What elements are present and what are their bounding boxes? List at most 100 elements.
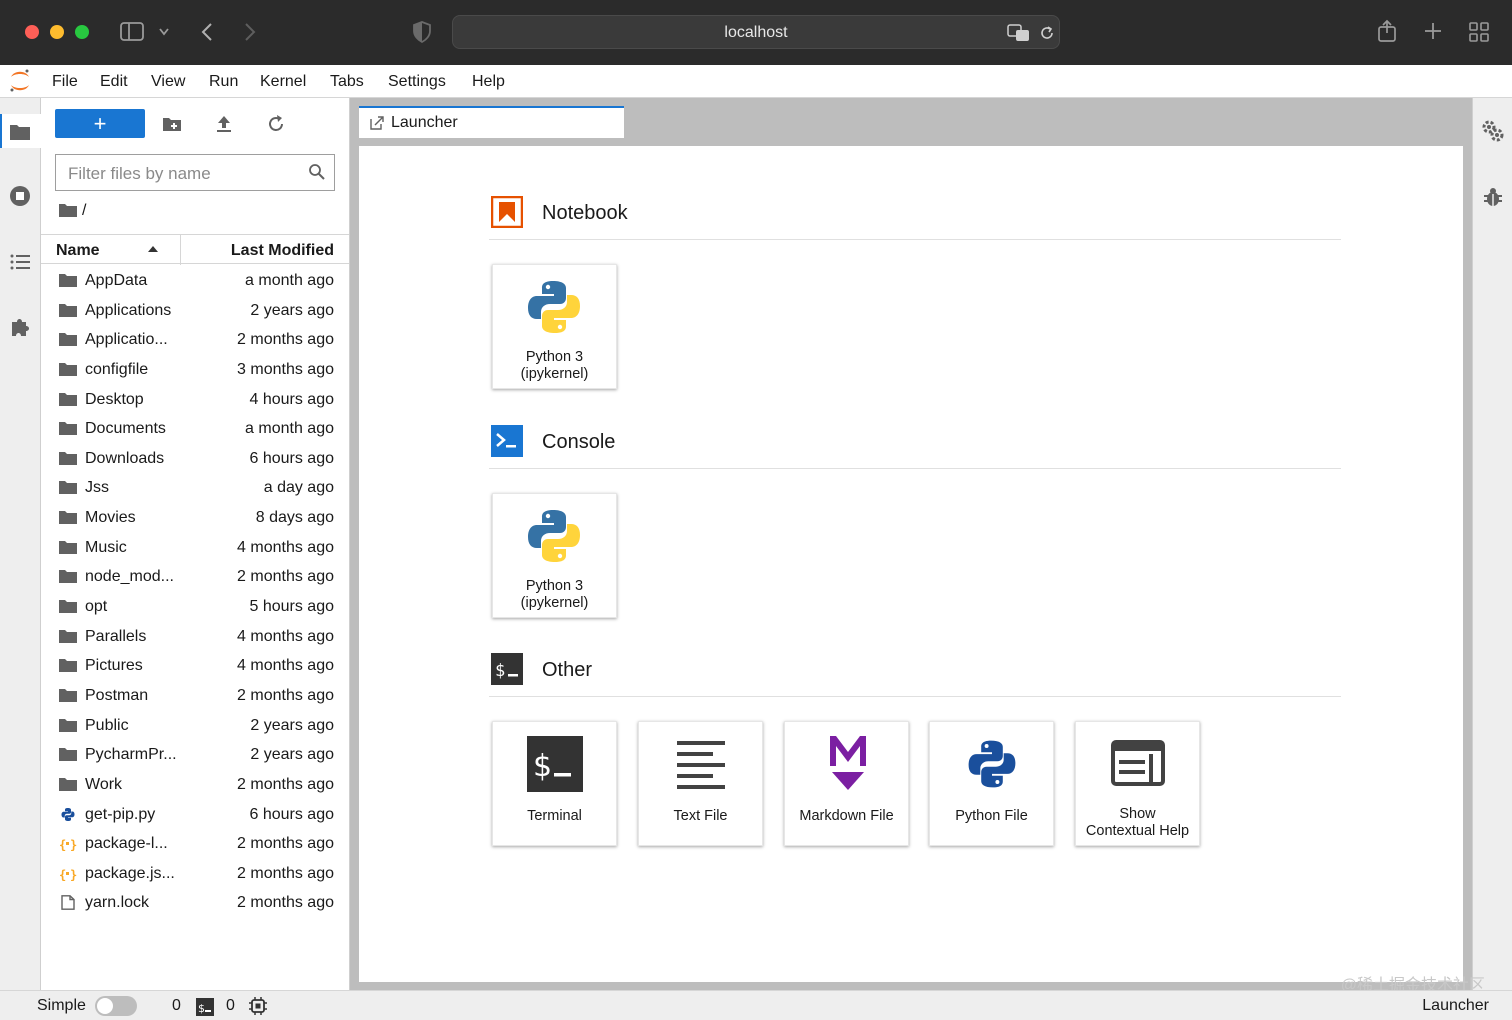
refresh-icon[interactable]	[266, 114, 286, 134]
console-python3-card[interactable]: Python 3 (ipykernel)	[492, 493, 617, 618]
shield-icon[interactable]	[412, 21, 432, 43]
file-list-row[interactable]: Work 2 months ago	[41, 770, 349, 800]
debugger-bug-icon[interactable]	[1482, 186, 1504, 208]
launcher-panel: Notebook Python 3 (ipykernel) Console Py…	[359, 146, 1463, 982]
new-tab-icon[interactable]	[1423, 21, 1443, 41]
menu-settings[interactable]: Settings	[388, 73, 446, 91]
python-file-icon	[61, 807, 75, 821]
file-list-row[interactable]: {} package.js... 2 months ago	[41, 859, 349, 889]
tab-bar: Launcher	[350, 98, 1472, 138]
file-list-row[interactable]: Public 2 years ago	[41, 711, 349, 741]
folder-icon[interactable]	[9, 121, 31, 143]
notebook-python3-card[interactable]: Python 3 (ipykernel)	[492, 264, 617, 389]
tab-overview-icon[interactable]	[1468, 21, 1490, 43]
file-last-modified: 5 hours ago	[249, 598, 334, 616]
translate-icon[interactable]	[1007, 23, 1031, 43]
file-list-row[interactable]: Jss a day ago	[41, 473, 349, 503]
card-label-line1: Python 3	[525, 578, 584, 594]
forward-arrow-icon[interactable]	[243, 21, 257, 43]
menu-help[interactable]: Help	[472, 73, 505, 91]
file-last-modified: 2 years ago	[250, 301, 334, 319]
file-list-row[interactable]: Movies 8 days ago	[41, 503, 349, 533]
file-last-modified: 6 hours ago	[249, 805, 334, 823]
file-list-row[interactable]: configfile 3 months ago	[41, 355, 349, 385]
file-list-row[interactable]: Desktop 4 hours ago	[41, 385, 349, 415]
upload-icon[interactable]	[214, 114, 234, 134]
file-list-row[interactable]: yarn.lock 2 months ago	[41, 888, 349, 918]
minimize-window-button[interactable]	[50, 25, 64, 39]
menu-tabs[interactable]: Tabs	[330, 73, 364, 91]
breadcrumb[interactable]: /	[59, 202, 86, 220]
file-name: node_mod...	[85, 568, 174, 586]
file-last-modified: a month ago	[245, 272, 334, 289]
back-arrow-icon[interactable]	[200, 21, 214, 43]
running-kernels-icon[interactable]	[9, 185, 31, 207]
property-inspector-icon[interactable]	[1482, 120, 1504, 142]
column-modified-header[interactable]: Last Modified	[231, 242, 334, 260]
left-activity-bar	[0, 98, 41, 990]
python-logo-icon	[528, 510, 580, 562]
card-label-line2: (ipykernel)	[520, 595, 589, 611]
file-list-row[interactable]: Downloads 6 hours ago	[41, 444, 349, 474]
menu-view[interactable]: View	[151, 73, 185, 91]
new-launcher-button[interactable]: +	[55, 109, 145, 138]
file-list-row[interactable]: Documents a month ago	[41, 414, 349, 444]
folder-icon	[59, 629, 77, 643]
file-list-row[interactable]: Parallels 4 months ago	[41, 622, 349, 652]
toggle-knob	[97, 998, 113, 1014]
card-label-line2: Contextual Help	[1085, 823, 1190, 839]
tab-launcher[interactable]: Launcher	[359, 106, 624, 138]
contextual-help-card[interactable]: Show Contextual Help	[1075, 721, 1200, 846]
terminal-status-icon[interactable]: $	[196, 998, 214, 1016]
file-list-row[interactable]: AppData a month ago	[41, 266, 349, 296]
markdown-file-card[interactable]: Markdown File	[784, 721, 909, 846]
chevron-down-icon[interactable]	[158, 27, 170, 37]
python-file-card[interactable]: Python File	[929, 721, 1054, 846]
text-file-icon	[677, 741, 725, 789]
new-folder-icon[interactable]	[162, 114, 182, 134]
column-name-header[interactable]: Name	[56, 242, 100, 260]
file-list-row[interactable]: {} package-l... 2 months ago	[41, 829, 349, 859]
kernel-activity-icon[interactable]	[249, 997, 267, 1015]
contextual-help-label: Show Contextual Help	[1076, 806, 1199, 840]
menu-file[interactable]: File	[52, 73, 78, 91]
svg-text:$: $	[198, 1002, 205, 1015]
file-list-row[interactable]: PycharmPr... 2 years ago	[41, 740, 349, 770]
file-list-row[interactable]: Pictures 4 months ago	[41, 651, 349, 681]
reload-icon[interactable]	[1038, 24, 1056, 42]
file-name: Postman	[85, 686, 149, 704]
kernels-count[interactable]: 0	[172, 997, 181, 1015]
column-divider[interactable]	[180, 235, 181, 265]
share-icon[interactable]	[1377, 19, 1397, 43]
file-list-row[interactable]: Postman 2 months ago	[41, 681, 349, 711]
file-name: Downloads	[85, 449, 165, 467]
close-window-button[interactable]	[25, 25, 39, 39]
file-name: configfile	[85, 360, 149, 378]
file-list-row[interactable]: Applications 2 years ago	[41, 296, 349, 326]
sidebar-toggle-icon[interactable]	[120, 21, 146, 43]
address-bar[interactable]: localhost	[452, 15, 1060, 49]
file-last-modified: 3 months ago	[237, 360, 334, 378]
file-last-modified: a month ago	[245, 420, 334, 438]
menu-edit[interactable]: Edit	[100, 73, 128, 91]
folder-icon	[59, 777, 77, 791]
file-list-header: Name Last Modified	[41, 234, 349, 265]
maximize-window-button[interactable]	[75, 25, 89, 39]
file-list-row[interactable]: opt 5 hours ago	[41, 592, 349, 622]
simple-mode-toggle[interactable]	[95, 996, 137, 1016]
file-last-modified: 2 months ago	[237, 775, 334, 793]
table-of-contents-icon[interactable]	[9, 251, 31, 273]
text-file-label: Text File	[673, 808, 728, 824]
extension-manager-icon[interactable]	[9, 316, 31, 338]
file-list-row[interactable]: node_mod... 2 months ago	[41, 562, 349, 592]
file-list-row[interactable]: Applicatio... 2 months ago	[41, 325, 349, 355]
menu-run[interactable]: Run	[209, 73, 238, 91]
svg-text:}: }	[70, 838, 77, 851]
menu-kernel[interactable]: Kernel	[260, 73, 306, 91]
terminals-count[interactable]: 0	[226, 997, 235, 1015]
filter-files-input[interactable]: Filter files by name	[55, 154, 335, 191]
file-list-row[interactable]: Music 4 months ago	[41, 533, 349, 563]
file-list-row[interactable]: get-pip.py 6 hours ago	[41, 800, 349, 830]
text-file-card[interactable]: Text File	[638, 721, 763, 846]
terminal-card[interactable]: $ Terminal	[492, 721, 617, 846]
